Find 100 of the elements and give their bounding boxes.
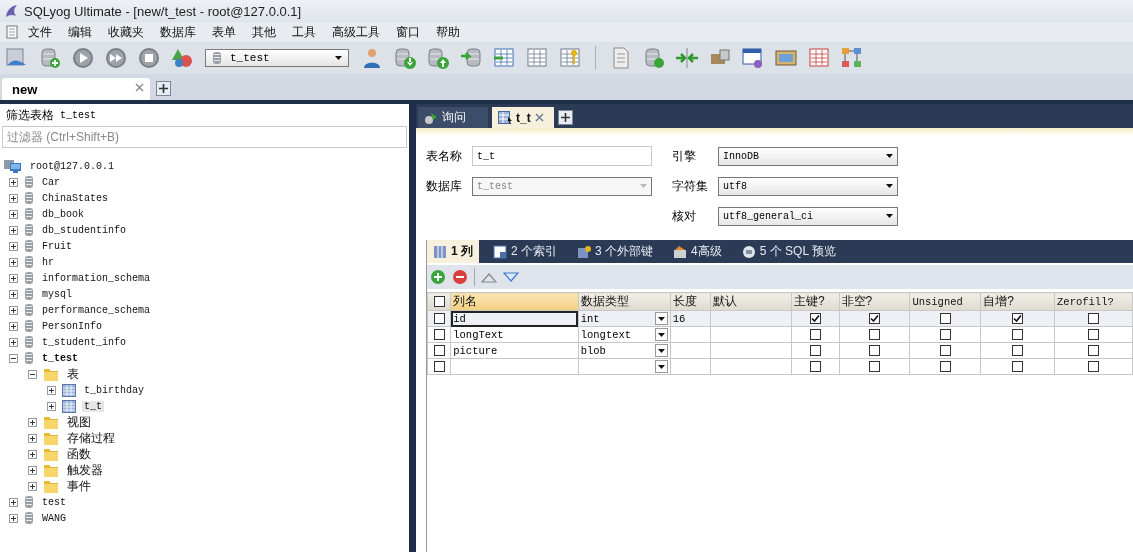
tree-item[interactable]: 触发器 bbox=[65, 461, 105, 479]
input-field[interactable]: t_t bbox=[472, 146, 652, 167]
tree-item[interactable]: db_studentinfo bbox=[40, 224, 128, 236]
tree-item[interactable]: ChinaStates bbox=[40, 192, 110, 204]
menu-item[interactable]: 工具 bbox=[284, 21, 324, 43]
tree-item[interactable]: t_t bbox=[82, 400, 104, 412]
database-add-icon[interactable] bbox=[38, 46, 62, 70]
column-header[interactable]: Zerofill? bbox=[1054, 292, 1133, 311]
move-up-icon[interactable] bbox=[481, 271, 497, 283]
checkbox[interactable] bbox=[869, 313, 880, 324]
tree-item[interactable]: test bbox=[40, 496, 68, 508]
dropdown-button[interactable] bbox=[654, 312, 668, 325]
expand-icon[interactable] bbox=[9, 273, 18, 283]
database-dropdown[interactable]: t_test bbox=[205, 49, 349, 67]
remove-icon[interactable] bbox=[452, 269, 468, 285]
close-icon[interactable] bbox=[135, 82, 144, 92]
tree-item[interactable]: hr bbox=[40, 256, 56, 268]
checkbox[interactable] bbox=[433, 361, 445, 372]
column-header[interactable]: 主键? bbox=[791, 292, 840, 311]
checkbox[interactable] bbox=[433, 345, 445, 356]
tree-item[interactable]: 函数 bbox=[65, 445, 93, 463]
tree-item[interactable]: t_birthday bbox=[82, 384, 146, 396]
compare-icon[interactable] bbox=[675, 46, 699, 70]
tree-item[interactable]: PersonInfo bbox=[40, 320, 104, 332]
dropdown[interactable]: InnoDB bbox=[718, 146, 898, 166]
diagram-icon[interactable] bbox=[840, 46, 864, 70]
menu-item[interactable]: 高级工具 bbox=[324, 21, 388, 43]
menu-item[interactable]: 其他 bbox=[244, 21, 284, 43]
expand-icon[interactable] bbox=[28, 465, 37, 475]
checkbox[interactable] bbox=[869, 345, 880, 356]
fast-forward-icon[interactable] bbox=[104, 46, 128, 70]
database-download-icon[interactable] bbox=[393, 46, 417, 70]
tree-item[interactable]: Fruit bbox=[40, 240, 74, 252]
checkbox[interactable] bbox=[809, 313, 821, 324]
checkbox[interactable] bbox=[869, 329, 880, 340]
menu-item[interactable]: 编辑 bbox=[60, 21, 100, 43]
menu-item[interactable]: 窗口 bbox=[388, 21, 428, 43]
checkbox[interactable] bbox=[939, 313, 951, 324]
column-header[interactable]: Unsigned bbox=[909, 292, 981, 311]
menu-item[interactable]: 文件 bbox=[20, 21, 60, 43]
expand-icon[interactable] bbox=[9, 241, 18, 251]
column-header[interactable]: 自增? bbox=[980, 292, 1055, 311]
tree-item[interactable]: information_schema bbox=[40, 272, 153, 284]
tree-item[interactable]: 视图 bbox=[65, 413, 93, 431]
checkbox[interactable] bbox=[1012, 345, 1024, 356]
checkbox[interactable] bbox=[869, 361, 880, 372]
calendar-icon[interactable] bbox=[807, 46, 831, 70]
column-header[interactable]: 数据类型 bbox=[578, 292, 671, 311]
section-tab[interactable]: 4高级 bbox=[667, 240, 728, 263]
section-tab[interactable]: 3 个外部键 bbox=[571, 240, 660, 263]
expand-icon[interactable] bbox=[9, 497, 18, 507]
section-tab[interactable]: 5 个 SQL 预览 bbox=[735, 240, 842, 263]
checkbox[interactable] bbox=[939, 361, 951, 372]
tree-item[interactable]: 事件 bbox=[65, 477, 93, 495]
column-header[interactable]: 非空? bbox=[839, 292, 910, 311]
window-icon[interactable] bbox=[741, 46, 765, 70]
add-icon[interactable] bbox=[430, 269, 446, 285]
dropdown-button[interactable] bbox=[654, 344, 668, 357]
document-tab[interactable]: new bbox=[2, 78, 150, 100]
editor-tab[interactable]: t_t bbox=[492, 107, 554, 128]
tree-item[interactable]: db_book bbox=[40, 208, 86, 220]
expand-icon[interactable] bbox=[28, 433, 37, 443]
expand-icon[interactable] bbox=[9, 225, 18, 235]
expand-icon[interactable] bbox=[9, 321, 18, 331]
checkbox[interactable] bbox=[809, 361, 821, 372]
checkbox[interactable] bbox=[939, 329, 951, 340]
tree-item[interactable]: performance_schema bbox=[40, 304, 153, 316]
checkbox[interactable] bbox=[1088, 345, 1099, 356]
tree-item[interactable]: mysql bbox=[40, 288, 74, 300]
checkbox[interactable] bbox=[433, 329, 445, 340]
checkbox[interactable] bbox=[809, 329, 821, 340]
tree-item[interactable]: WANG bbox=[40, 512, 68, 524]
menu-item[interactable]: 收藏夹 bbox=[100, 21, 152, 43]
stop-icon[interactable] bbox=[137, 46, 161, 70]
dropdown[interactable]: utf8_general_ci bbox=[718, 206, 898, 226]
checkbox[interactable] bbox=[939, 345, 951, 356]
collapse-icon[interactable] bbox=[28, 369, 37, 379]
expand-icon[interactable] bbox=[9, 209, 18, 219]
filter-field[interactable]: 过滤器 (Ctrl+Shift+B) bbox=[2, 126, 407, 148]
expand-icon[interactable] bbox=[28, 417, 37, 427]
dropdown[interactable]: utf8 bbox=[718, 177, 898, 196]
editor-tab[interactable]: 询问 bbox=[418, 107, 488, 128]
dropdown-button[interactable] bbox=[654, 360, 668, 373]
checkbox[interactable] bbox=[433, 313, 445, 324]
section-tab[interactable]: 2 个索引 bbox=[487, 240, 564, 263]
section-tab[interactable]: 1 列 bbox=[427, 240, 479, 263]
menu-item[interactable]: 帮助 bbox=[428, 21, 468, 43]
menu-item[interactable]: 表单 bbox=[204, 21, 244, 43]
collapse-icon[interactable] bbox=[9, 353, 18, 363]
checkbox[interactable] bbox=[1012, 313, 1024, 324]
expand-icon[interactable] bbox=[47, 401, 56, 411]
expand-icon[interactable] bbox=[28, 449, 37, 459]
checkbox[interactable] bbox=[809, 345, 821, 356]
dropdown-button[interactable] bbox=[654, 328, 668, 341]
column-header[interactable]: 长度 bbox=[670, 292, 711, 311]
tree-item[interactable]: 存储过程 bbox=[65, 429, 117, 447]
column-header[interactable]: 默认 bbox=[710, 292, 792, 311]
table-export-icon[interactable] bbox=[492, 46, 516, 70]
checkbox[interactable] bbox=[1012, 361, 1024, 372]
expand-icon[interactable] bbox=[9, 177, 18, 187]
